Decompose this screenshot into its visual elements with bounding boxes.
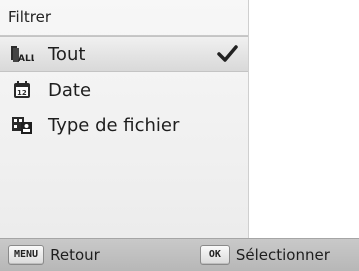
back-label: Retour (50, 246, 100, 264)
select-label: Sélectionner (235, 246, 330, 264)
bottom-hint-bar: MENU Retour OK Sélectionner (0, 238, 359, 271)
menu-item-file-type[interactable]: Type de fichier (0, 108, 248, 142)
all-files-icon: ALL (10, 43, 34, 65)
svg-text:ALL: ALL (18, 54, 34, 64)
ok-key: OK (199, 245, 230, 265)
filter-menu: Filtrer ALL Tout 12 Date Type de fichier (0, 0, 249, 238)
svg-text:12: 12 (17, 89, 27, 97)
select-hint[interactable]: OK Sélectionner (199, 245, 330, 265)
menu-item-all[interactable]: ALL Tout (0, 36, 248, 72)
menu-item-label: Date (48, 79, 92, 101)
file-type-icon (10, 114, 34, 136)
calendar-icon: 12 (10, 79, 34, 101)
menu-title: Filtrer (0, 0, 248, 36)
checkmark-icon (217, 45, 238, 62)
menu-item-label: Type de fichier (48, 114, 180, 136)
menu-item-date[interactable]: 12 Date (0, 73, 248, 107)
back-hint[interactable]: MENU Retour (8, 245, 100, 265)
menu-key: MENU (8, 245, 45, 265)
